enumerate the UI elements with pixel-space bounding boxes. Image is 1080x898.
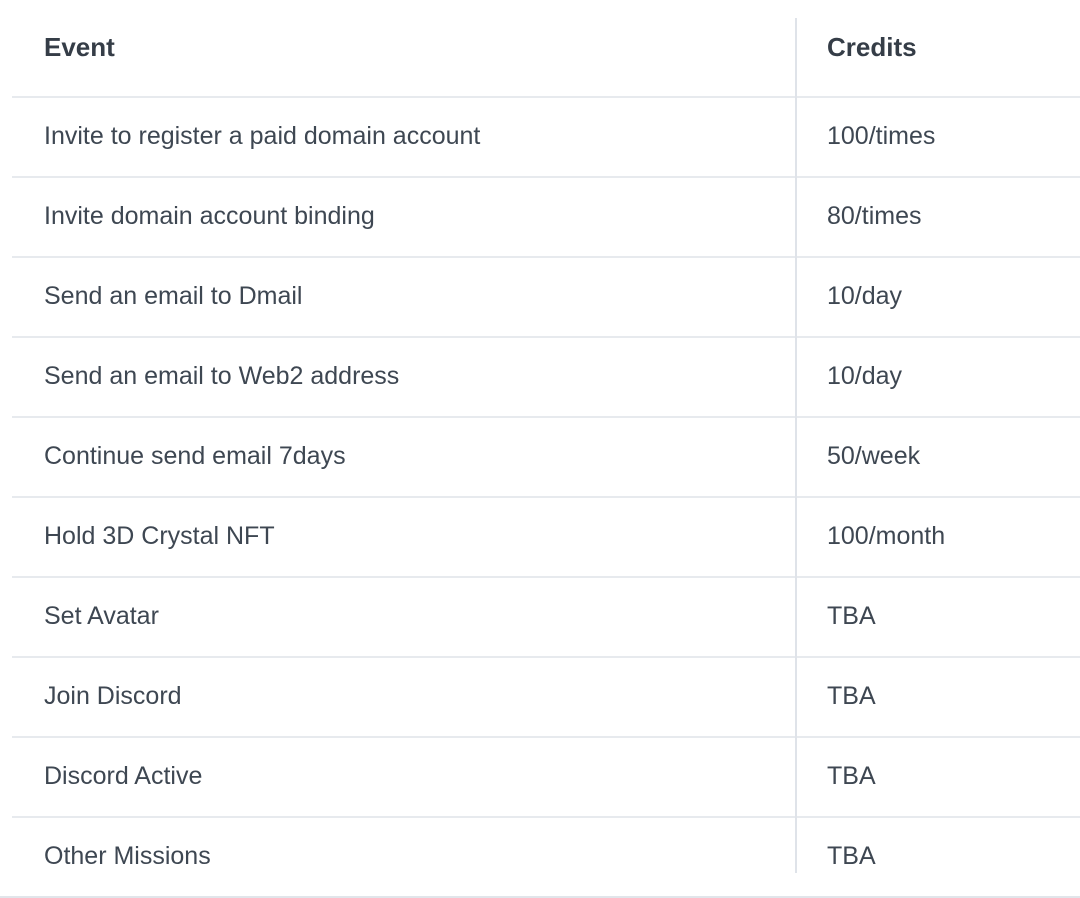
event-label: Other Missions (44, 842, 211, 871)
table-row: Invite to register a paid domain account… (0, 97, 1080, 178)
event-label: Send an email to Dmail (44, 282, 303, 311)
cell-credits: TBA (796, 657, 1080, 738)
credits-value: TBA (827, 842, 876, 871)
event-label: Set Avatar (44, 602, 159, 631)
credits-value: TBA (827, 602, 876, 631)
cell-credits: 100/month (796, 497, 1080, 578)
cell-event: Discord Active (0, 737, 796, 818)
event-label: Continue send email 7days (44, 442, 346, 471)
credits-value: 10/day (827, 282, 903, 311)
cell-event: Invite domain account binding (0, 177, 796, 258)
cell-credits: 100/times (796, 97, 1080, 178)
credits-table-container: Event Credits Invite to register a paid … (0, 0, 1080, 898)
table-row: Send an email to Dmail 10/day (0, 257, 1080, 338)
table-row: Set Avatar TBA (0, 577, 1080, 658)
event-label: Invite domain account binding (44, 202, 375, 231)
event-label: Invite to register a paid domain account (44, 122, 481, 151)
cell-credits: TBA (796, 577, 1080, 658)
cell-event: Hold 3D Crystal NFT (0, 497, 796, 578)
column-header-event-label: Event (44, 32, 115, 63)
cell-event: Send an email to Web2 address (0, 337, 796, 418)
cell-event: Set Avatar (0, 577, 796, 658)
event-label: Discord Active (44, 762, 203, 791)
cell-event: Send an email to Dmail (0, 257, 796, 338)
table-row: Hold 3D Crystal NFT 100/month (0, 497, 1080, 578)
table-row: Join Discord TBA (0, 657, 1080, 738)
credits-value: TBA (827, 762, 876, 791)
table-row: Other Missions TBA (0, 817, 1080, 898)
cell-credits: 50/week (796, 417, 1080, 498)
cell-event: Other Missions (0, 817, 796, 898)
credits-table: Event Credits Invite to register a paid … (0, 0, 1080, 898)
credits-value: 50/week (827, 442, 921, 471)
credits-value: 100/times (827, 122, 936, 151)
cell-event: Invite to register a paid domain account (0, 97, 796, 178)
cell-event: Join Discord (0, 657, 796, 738)
credits-value: TBA (827, 682, 876, 711)
cell-event: Continue send email 7days (0, 417, 796, 498)
column-header-credits-label: Credits (827, 32, 917, 63)
table-body: Invite to register a paid domain account… (0, 97, 1080, 898)
column-header-credits: Credits (796, 0, 1080, 98)
credits-value: 10/day (827, 362, 903, 391)
event-label: Join Discord (44, 682, 182, 711)
table-row: Send an email to Web2 address 10/day (0, 337, 1080, 418)
cell-credits: 10/day (796, 337, 1080, 418)
cell-credits: 80/times (796, 177, 1080, 258)
table-row: Discord Active TBA (0, 737, 1080, 818)
event-label: Send an email to Web2 address (44, 362, 400, 391)
table-row: Invite domain account binding 80/times (0, 177, 1080, 258)
table-header: Event Credits (0, 0, 1080, 98)
column-header-event: Event (0, 0, 796, 98)
cell-credits: TBA (796, 737, 1080, 818)
event-label: Hold 3D Crystal NFT (44, 522, 275, 551)
cell-credits: 10/day (796, 257, 1080, 338)
cell-credits: TBA (796, 817, 1080, 898)
table-header-row: Event Credits (0, 0, 1080, 98)
credits-value: 100/month (827, 522, 946, 551)
table-row: Continue send email 7days 50/week (0, 417, 1080, 498)
credits-value: 80/times (827, 202, 922, 231)
